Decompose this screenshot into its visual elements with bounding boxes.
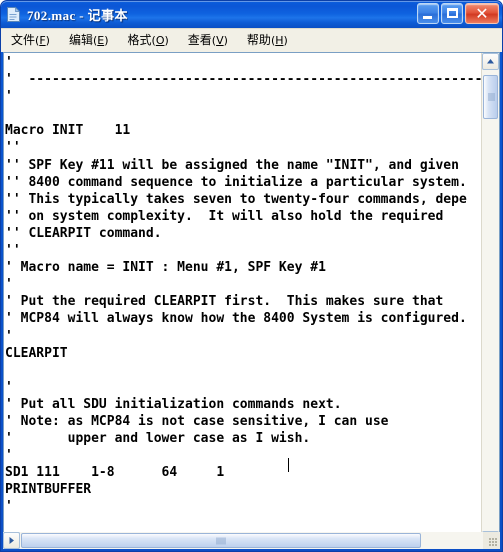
maximize-icon bbox=[447, 8, 458, 18]
menu-item-file[interactable]: 文件(F) bbox=[9, 31, 58, 50]
editor-text: ' ' ------------------------------------… bbox=[5, 55, 481, 548]
resize-corner[interactable] bbox=[483, 532, 500, 549]
chevron-right-icon bbox=[9, 537, 14, 544]
minimize-icon bbox=[423, 16, 432, 19]
horizontal-scroll-thumb[interactable] bbox=[21, 533, 421, 548]
scroll-thumb-grip-h bbox=[216, 537, 226, 544]
menu-item-edit-accel: (E) bbox=[92, 34, 109, 47]
menu-item-format-accel: (O) bbox=[151, 34, 169, 47]
resize-grip-icon bbox=[489, 538, 498, 547]
maximize-button[interactable] bbox=[441, 3, 463, 24]
menu-item-help-accel: (H) bbox=[270, 34, 288, 47]
notepad-window: 702.mac - 记事本 ✕ 文件(F) 编辑(E) 格式(O) 查看(V) bbox=[0, 0, 503, 552]
minimize-button[interactable] bbox=[417, 3, 439, 24]
menu-bar: 文件(F) 编辑(E) 格式(O) 查看(V) 帮助(H) bbox=[1, 28, 502, 52]
caption-buttons: ✕ bbox=[417, 3, 499, 24]
menu-item-edit-label: 编辑 bbox=[68, 33, 93, 47]
menu-item-help-label: 帮助 bbox=[246, 33, 271, 47]
chevron-up-icon bbox=[487, 59, 494, 64]
menu-item-help-accel-key: H bbox=[275, 34, 284, 47]
menu-item-view-accel: (V) bbox=[211, 34, 228, 47]
menu-item-format-accel-key: O bbox=[155, 34, 165, 47]
title-bar[interactable]: 702.mac - 记事本 ✕ bbox=[1, 1, 502, 28]
menu-item-file-accel: (F) bbox=[35, 34, 50, 47]
close-icon: ✕ bbox=[475, 4, 489, 23]
close-button[interactable]: ✕ bbox=[465, 3, 499, 24]
menu-item-view-accel-key: V bbox=[216, 34, 224, 47]
vertical-scroll-thumb[interactable] bbox=[483, 75, 498, 119]
menu-item-file-label: 文件 bbox=[11, 33, 36, 47]
menu-item-edit[interactable]: 编辑(E) bbox=[67, 31, 117, 50]
text-caret bbox=[288, 458, 289, 472]
menu-item-format-label: 格式 bbox=[127, 33, 152, 47]
menu-item-format[interactable]: 格式(O) bbox=[126, 31, 177, 50]
text-editor[interactable]: ' ' ------------------------------------… bbox=[4, 53, 481, 548]
scroll-right-button[interactable] bbox=[3, 532, 20, 549]
window-title: 702.mac - 记事本 bbox=[27, 8, 128, 23]
menu-item-view[interactable]: 查看(V) bbox=[186, 31, 236, 50]
vertical-scrollbar[interactable] bbox=[481, 53, 499, 548]
document-icon bbox=[5, 6, 22, 23]
horizontal-scrollbar[interactable] bbox=[3, 532, 500, 549]
scroll-up-button[interactable] bbox=[482, 53, 499, 70]
menu-item-help[interactable]: 帮助(H) bbox=[245, 31, 296, 50]
menu-item-view-label: 查看 bbox=[187, 33, 212, 47]
menu-item-edit-accel-key: E bbox=[97, 34, 105, 47]
menu-item-file-accel-key: F bbox=[39, 34, 46, 47]
editor-client-area: ' ' ------------------------------------… bbox=[3, 52, 500, 549]
scroll-thumb-grip bbox=[488, 93, 495, 101]
